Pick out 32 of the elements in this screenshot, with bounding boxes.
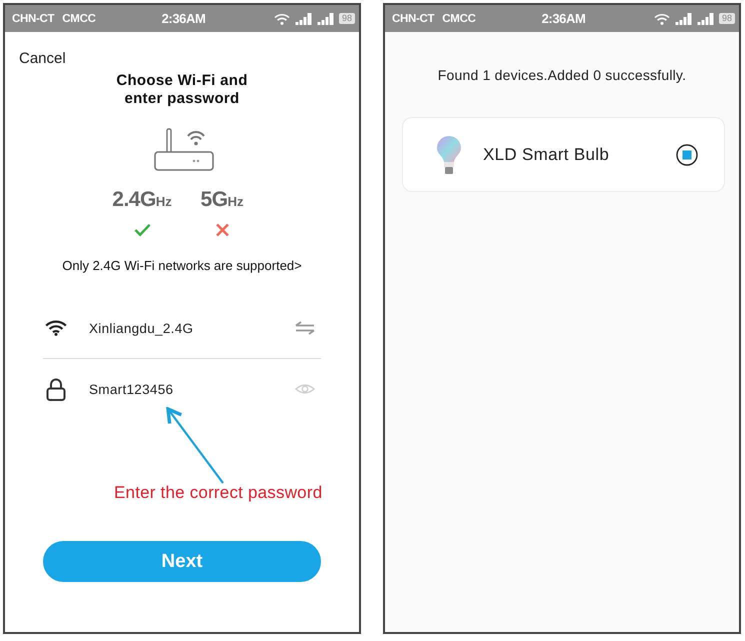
annotation-text: Enter the correct password xyxy=(114,483,322,502)
device-radio[interactable] xyxy=(676,144,698,166)
page-title: Choose Wi-Fi and enter password xyxy=(115,72,249,108)
carrier-name: CMCC xyxy=(442,12,476,24)
status-time: 2:36AM xyxy=(162,11,206,26)
signal-bars-icon xyxy=(294,12,312,24)
wifi-icon xyxy=(45,320,67,336)
network-name[interactable]: Xinliangdu_2.4G xyxy=(89,320,295,336)
light-bulb-icon xyxy=(436,134,462,174)
swap-icon[interactable] xyxy=(295,321,315,335)
eye-icon[interactable] xyxy=(295,382,315,396)
supported-networks-link[interactable]: Only 2.4G Wi-Fi networks are supported> xyxy=(62,258,302,274)
signal-bars-icon xyxy=(696,12,714,24)
signal-bars-icon xyxy=(674,12,692,24)
device-card[interactable]: XLD Smart Bulb xyxy=(402,117,725,192)
frequency-band-label: 2.4GHz xyxy=(112,188,172,213)
carrier-name: CHN-CT xyxy=(392,12,434,24)
signal-bars-icon xyxy=(316,12,334,24)
carrier-name: CHN-CT xyxy=(12,12,54,24)
lock-icon xyxy=(46,378,66,400)
cancel-link[interactable]: Cancel xyxy=(19,50,66,68)
battery-level: 98 xyxy=(338,13,355,24)
password-field[interactable]: Smart123456 xyxy=(89,382,295,396)
wifi-signal-icon xyxy=(654,12,670,24)
device-name: XLD Smart Bulb xyxy=(483,144,610,164)
search-result-message: Found 1 devices.Added 0 successfully. xyxy=(436,66,688,84)
wifi-signal-icon xyxy=(274,12,290,24)
frequency-band-label: 5GHz xyxy=(200,188,244,213)
carrier-name: CMCC xyxy=(62,12,96,24)
router-icon xyxy=(154,128,214,172)
status-time: 2:36AM xyxy=(542,11,586,26)
battery-level: 98 xyxy=(718,13,735,24)
